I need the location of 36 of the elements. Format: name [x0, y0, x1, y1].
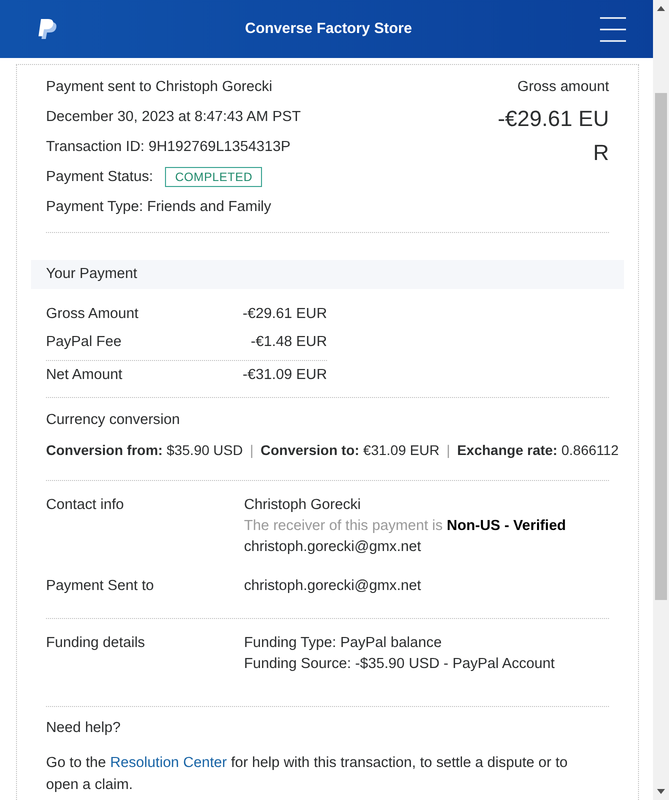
receiver-note: The receiver of this payment is Non-US - Verified: [244, 517, 566, 536]
amount-label: Gross Amount: [46, 305, 138, 324]
amount-value: -€1.48 EUR: [250, 333, 327, 352]
scrollbar-thumb[interactable]: [655, 93, 667, 600]
conversion-title: Currency conversion: [46, 411, 181, 430]
scroll-down-icon[interactable]: [657, 789, 665, 794]
logo-icon: [37, 18, 57, 40]
detail-value: christoph.gorecki@gmx.net: [244, 538, 422, 557]
detail-label: Payment Sent to: [46, 577, 155, 596]
scroll-up-icon[interactable]: [657, 6, 665, 11]
detail-label: Funding details: [46, 634, 146, 653]
help-text: Go to the Resolution Center for help with this transaction, to settle a dispute or to open a claim.: [46, 754, 569, 795]
payment-type: Payment Type: Friends and Family: [46, 198, 272, 217]
resolution-center-link[interactable]: Resolution Center: [110, 755, 227, 771]
status-label: Payment Status:: [46, 168, 154, 187]
amount-value: -€31.09 EUR: [242, 366, 327, 385]
menu-icon[interactable]: [600, 16, 626, 42]
detail-value: Christoph Gorecki: [244, 496, 362, 515]
transaction-date: December 30, 2023 at 8:47:43 AM PST: [46, 108, 301, 127]
amount-label: PayPal Fee: [46, 333, 122, 352]
detail-value: Funding Type: PayPal balance: [244, 634, 443, 653]
payment-heading: Payment sent to Christoph Gorecki: [46, 78, 274, 97]
scrollbar[interactable]: [653, 0, 669, 800]
page-title: Converse Factory Store: [244, 21, 413, 37]
detail-value: christoph.gorecki@gmx.net: [244, 577, 422, 596]
conversion-details: Conversion from: $35.90 USD | Conversion to: €31.09 EUR | Exchange rate: 0.866112: [46, 441, 619, 460]
section-header: Your Payment: [31, 260, 624, 289]
detail-label: Contact info: [46, 496, 125, 515]
status-badge: COMPLETED: [165, 167, 262, 187]
detail-value: Funding Source: -$35.90 USD - PayPal Account: [244, 655, 555, 674]
transaction-id: Transaction ID: 9H192769L1354313P: [46, 138, 292, 157]
gross-amount-label: Gross amount: [517, 78, 609, 97]
amount-value: -€29.61 EUR: [242, 305, 327, 324]
gross-amount: -€29.61 EUR: [496, 105, 609, 167]
amount-label: Net Amount: [46, 366, 122, 385]
help-title: Need help?: [46, 719, 122, 738]
